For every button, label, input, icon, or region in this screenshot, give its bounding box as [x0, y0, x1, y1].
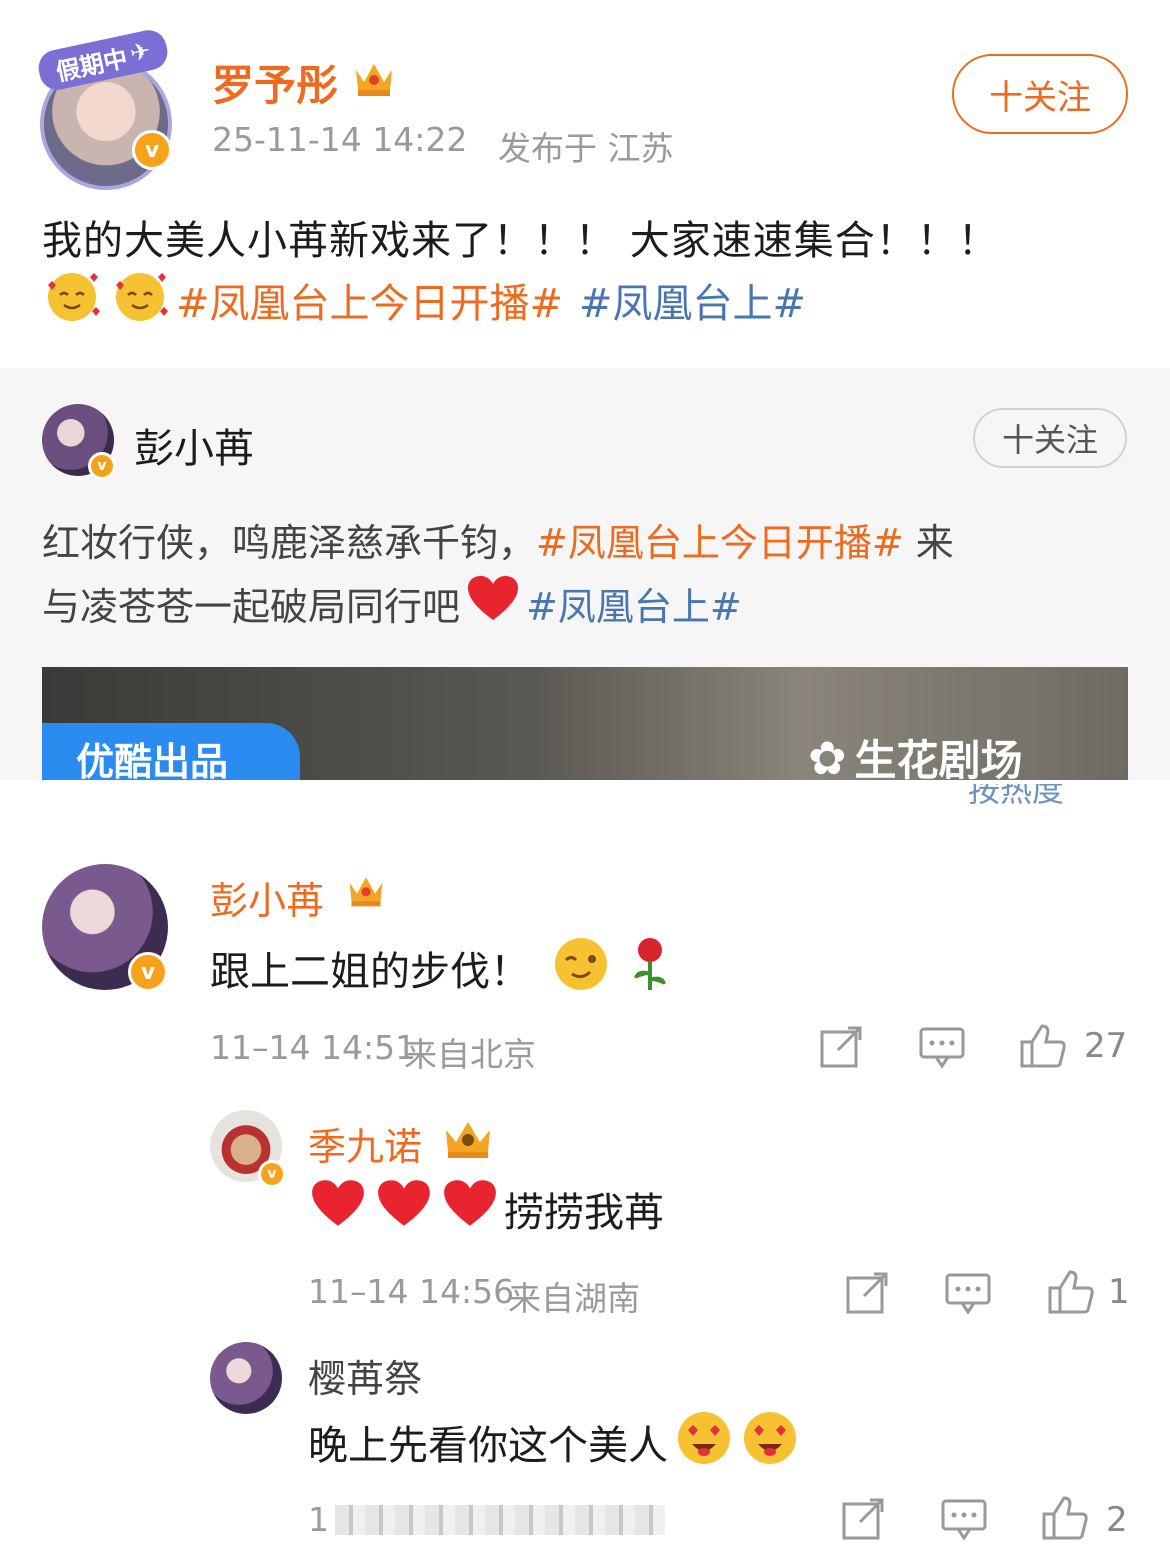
like-icon[interactable] — [1040, 1492, 1090, 1546]
repost-card[interactable]: v 彭小苒 十关注 红妆行侠，鸣鹿泽慈承千钧，#凤凰台上今日开播# 来 与凌苍苍… — [0, 368, 1170, 780]
commenter-name[interactable]: 季九诺 — [308, 1116, 422, 1171]
like-count: 1 — [1108, 1272, 1130, 1312]
red-heart-icon — [440, 1178, 500, 1240]
like-icon[interactable] — [1046, 1266, 1096, 1320]
comment-text-content: 跟上二姐的步伐！ — [210, 949, 530, 995]
post-time: 25-11-14 14:22 — [212, 120, 468, 159]
repost-text: 红妆行侠，鸣鹿泽慈承千钧，#凤凰台上今日开播# 来 — [42, 512, 954, 567]
shenghua-logo-text: 生花剧场 — [854, 736, 1023, 780]
repost-text-part: 红妆行侠，鸣鹿泽慈承千钧， — [42, 521, 537, 565]
vip-crown-icon — [344, 870, 388, 914]
like-icon[interactable] — [1018, 1020, 1068, 1074]
post-location: 发布于 江苏 — [498, 129, 674, 168]
red-heart-icon — [308, 1178, 368, 1240]
share-icon[interactable] — [844, 1270, 890, 1320]
comment-text-content: 捞捞我苒 — [504, 1190, 664, 1236]
hashtag-link[interactable]: #凤凰台上# — [579, 271, 806, 329]
comment-text: 捞捞我苒 — [308, 1178, 664, 1240]
follow-button-label: 十关注 — [1001, 421, 1098, 459]
repost-text-part: 来 — [903, 521, 954, 565]
hashtag-link[interactable]: #凤凰台上今日开播# — [176, 271, 563, 329]
comment-time: 11–14 14:56 — [308, 1272, 515, 1311]
comment-item: v 彭小苒 跟上二姐的步伐！ 11–14 14:51 来自北京 27 — [0, 860, 1170, 1080]
comment-icon[interactable] — [944, 1272, 992, 1320]
like-count: 27 — [1084, 1026, 1128, 1066]
wink-emoji-icon — [550, 934, 612, 1002]
plane-icon: ✈ — [127, 36, 153, 68]
like-count: 2 — [1106, 1500, 1128, 1540]
sort-by-hot[interactable]: 按热度 — [968, 784, 1064, 808]
verified-badge-icon: v — [132, 130, 172, 170]
comment-location: 来自北京 — [404, 1035, 536, 1074]
vip-crown-icon — [350, 56, 398, 104]
verified-badge-icon: v — [128, 952, 168, 992]
post-text: 我的大美人小苒新戏来了！！！ 大家速速集合！！！ — [42, 218, 999, 264]
vip-crown-icon — [440, 1114, 496, 1166]
repost-author-name[interactable]: 彭小苒 — [134, 416, 254, 474]
post-text-line2: #凤凰台上今日开播# #凤凰台上# — [42, 272, 806, 328]
comment-time: 1 — [308, 1500, 329, 1539]
shenghua-logo: ✿ 生花剧场 — [808, 727, 1023, 781]
commenter-name[interactable]: 樱苒祭 — [308, 1348, 422, 1403]
youku-badge: 优酷出品 — [42, 723, 300, 780]
red-heart-icon — [464, 574, 522, 633]
reply-item: 樱苒祭 晚上先看你这个美人 1 2 — [0, 1340, 1170, 1560]
repost-follow-button[interactable]: 十关注 — [973, 408, 1127, 468]
follow-button-label: 十关注 — [989, 77, 1091, 118]
post-author-name[interactable]: 罗予彤 — [212, 52, 338, 113]
blurred-text — [335, 1504, 665, 1535]
sort-label: 按热度 — [968, 784, 1065, 808]
comment-location: 来自湖南 — [508, 1279, 640, 1318]
post-author-avatar[interactable]: 假期中 ✈ v — [35, 26, 176, 190]
reply-item: v 季九诺 捞捞我苒 11–14 14:56 来自湖南 1 — [0, 1108, 1170, 1328]
smiling-hearts-emoji-icon — [42, 267, 104, 333]
rose-icon — [628, 934, 672, 1002]
hashtag-link[interactable]: #凤凰台上# — [526, 576, 742, 631]
heart-eyes-emoji-icon — [674, 1408, 734, 1476]
repost-text-line2: 与凌苍苍一起破局同行吧 #凤凰台上# — [42, 574, 742, 633]
verified-badge-icon: v — [88, 452, 116, 480]
follow-button[interactable]: 十关注 — [952, 54, 1128, 134]
video-thumbnail[interactable]: 优酷出品 ✿ 生花剧场 — [42, 667, 1128, 780]
commenter-avatar[interactable] — [210, 1342, 282, 1414]
comment-time: 11–14 14:51 — [210, 1028, 417, 1067]
comment-icon[interactable] — [918, 1026, 966, 1074]
share-icon[interactable] — [840, 1496, 886, 1546]
comment-text: 晚上先看你这个美人 — [308, 1408, 800, 1476]
flower-logo-icon: ✿ — [808, 730, 847, 781]
comment-icon[interactable] — [940, 1498, 988, 1546]
red-heart-icon — [374, 1178, 434, 1240]
commenter-name[interactable]: 彭小苒 — [210, 870, 324, 925]
youku-badge-text: 优酷出品 — [76, 739, 229, 781]
smiling-hearts-emoji-icon — [110, 267, 172, 333]
comment-text-content: 晚上先看你这个美人 — [308, 1423, 668, 1469]
heart-eyes-emoji-icon — [740, 1408, 800, 1476]
repost-text-part: 与凌苍苍一起破局同行吧 — [42, 585, 461, 629]
comment-time-blurred: 1 — [308, 1500, 665, 1539]
verified-badge-icon: v — [258, 1160, 286, 1188]
share-icon[interactable] — [818, 1024, 864, 1074]
comment-text: 跟上二姐的步伐！ — [210, 934, 672, 1002]
hashtag-link[interactable]: #凤凰台上今日开播# — [536, 521, 904, 565]
